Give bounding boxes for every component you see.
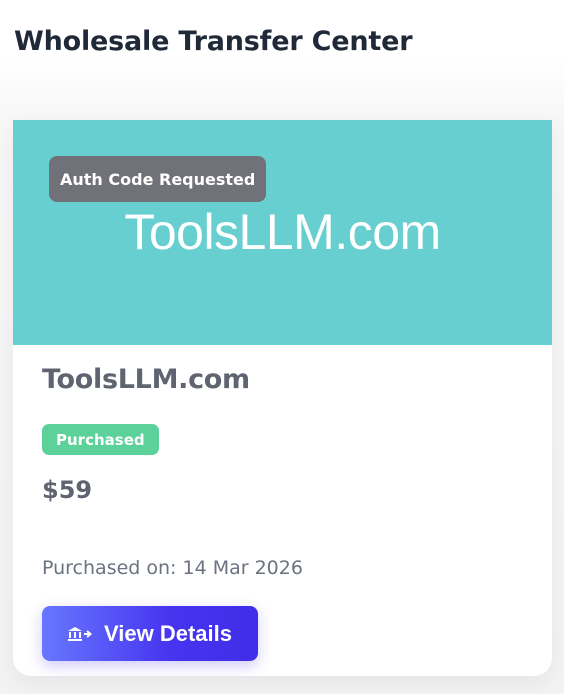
domain-banner: Auth Code Requested ToolsLLM.com — [13, 120, 552, 345]
price: $59 — [42, 476, 93, 504]
purchase-status-badge: Purchased — [42, 424, 159, 455]
wholesale-transfer-page: Wholesale Transfer Center Auth Code Requ… — [0, 0, 564, 694]
bank-arrow-icon — [67, 625, 93, 643]
purchase-date: Purchased on: 14 Mar 2026 — [42, 557, 303, 579]
page-title: Wholesale Transfer Center — [14, 26, 413, 57]
domain-name: ToolsLLM.com — [42, 364, 250, 395]
auth-code-status-badge: Auth Code Requested — [49, 156, 267, 202]
domain-card: Auth Code Requested ToolsLLM.com ToolsLL… — [13, 120, 552, 676]
view-details-label: View Details — [104, 620, 232, 646]
view-details-button[interactable]: View Details — [42, 606, 258, 661]
banner-domain-name: ToolsLLM.com — [124, 204, 441, 260]
